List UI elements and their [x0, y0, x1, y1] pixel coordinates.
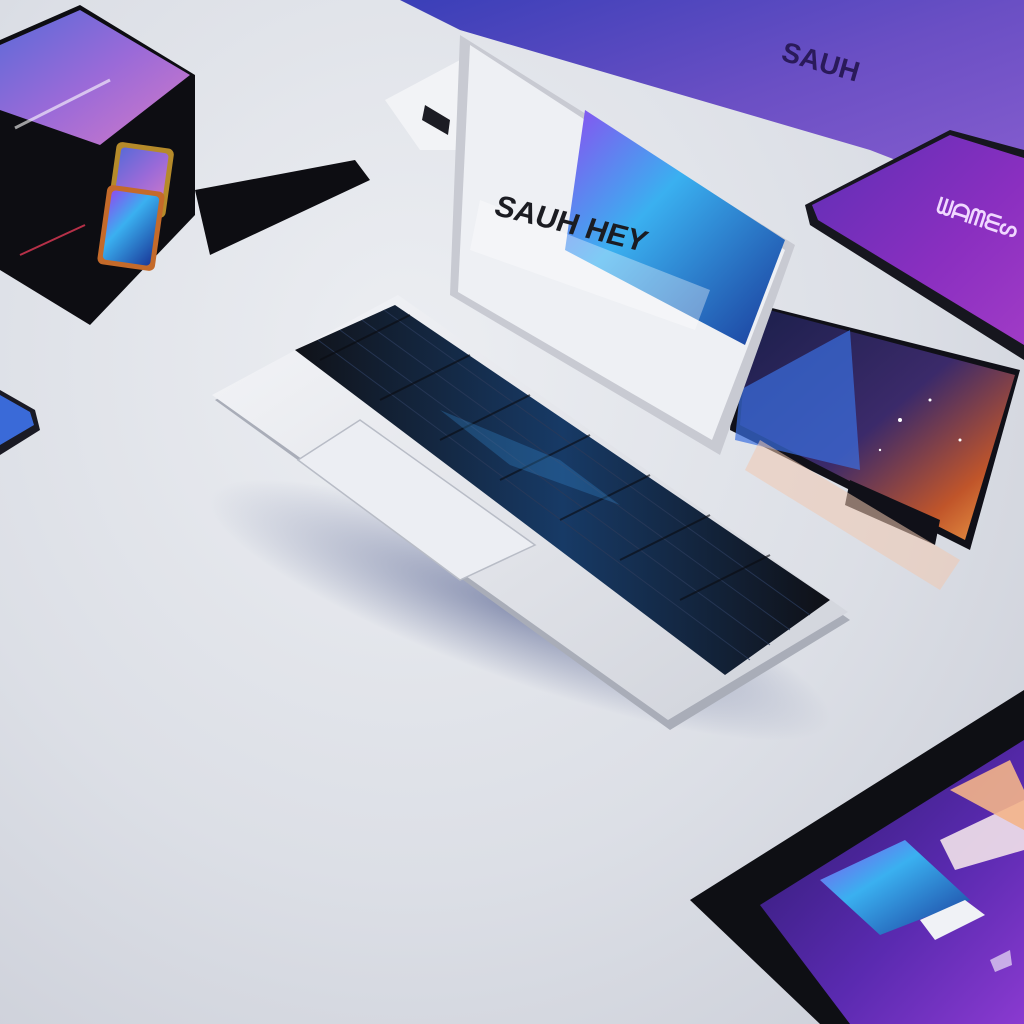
left-phone — [0, 390, 40, 455]
scene-illustration: SAUH ᗯᗩᗰᗴᔕ SAUH HEY — [0, 0, 1024, 1024]
galaxy-monitor — [730, 300, 1020, 590]
bottom-right-tablet — [690, 690, 1024, 1024]
product-scene: SAUH ᗯᗩᗰᗴᔕ SAUH HEY — [0, 0, 1024, 1024]
cube-device — [0, 5, 370, 325]
